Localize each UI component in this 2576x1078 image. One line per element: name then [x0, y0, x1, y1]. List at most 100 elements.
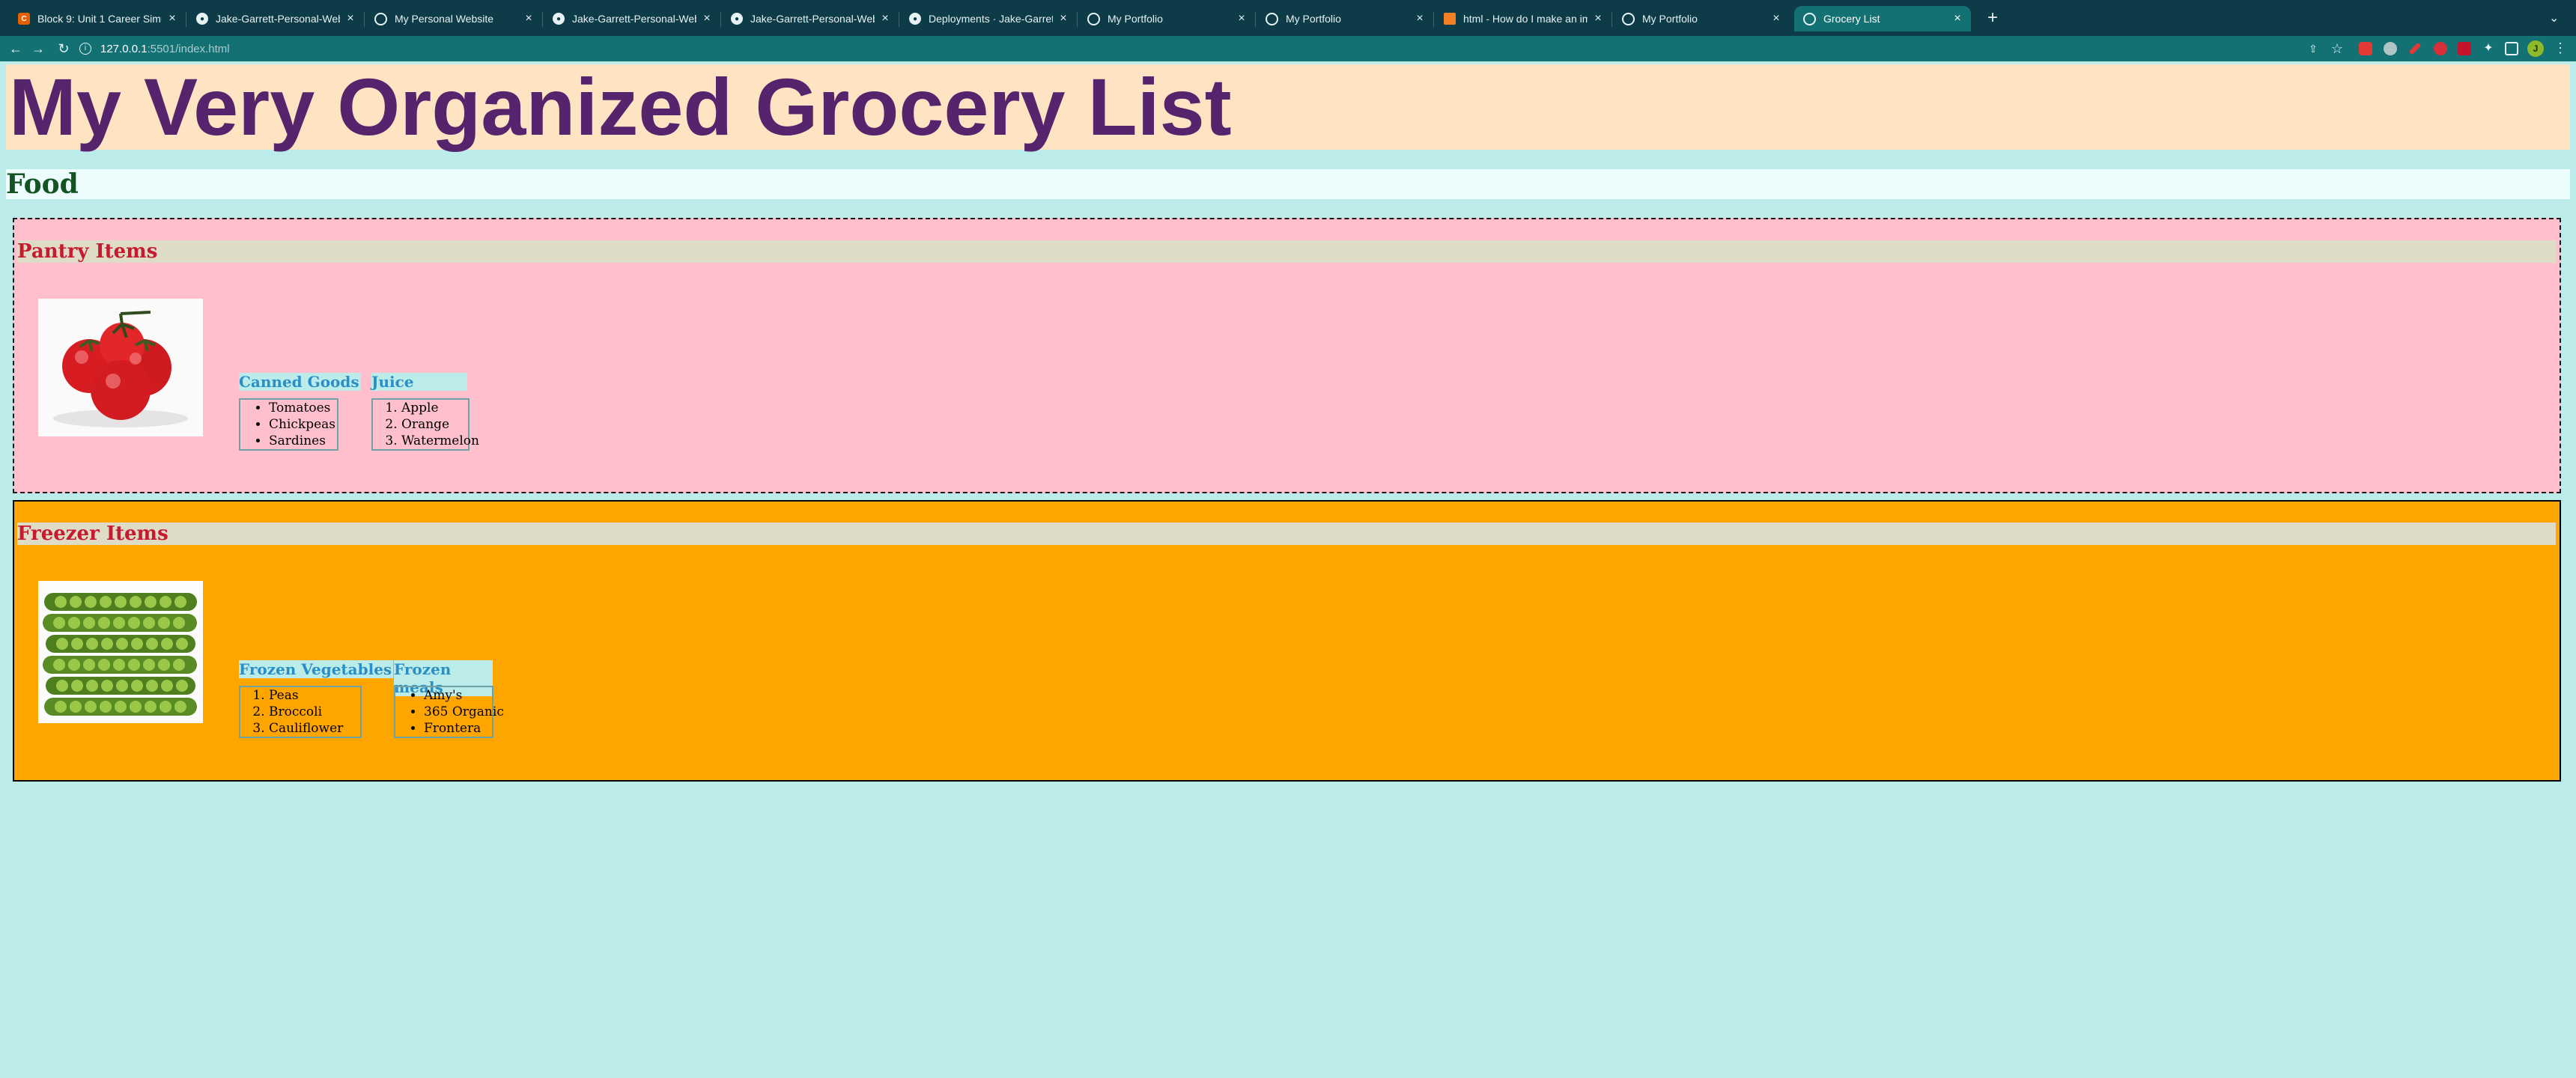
tomatoes-image — [38, 299, 203, 436]
side-panel-icon[interactable] — [2505, 42, 2518, 55]
globe-icon — [1803, 12, 1816, 25]
browser-tab[interactable]: C Block 9: Unit 1 Career Simulati × — [9, 6, 186, 31]
list-item: Amy's — [424, 687, 492, 704]
github-icon: ● — [196, 13, 208, 25]
list-box: Apple Orange Watermelon — [371, 398, 479, 451]
browser-tab[interactable]: My Portfolio × — [1613, 6, 1790, 31]
stackoverflow-icon — [1444, 13, 1456, 25]
section-heading: Freezer Items — [17, 523, 2556, 545]
avatar[interactable]: J — [2527, 40, 2544, 57]
tab-title: Deployments · Jake-Garrett-P — [929, 13, 1053, 25]
browser-tab[interactable]: ● Deployments · Jake-Garrett-P × — [900, 6, 1077, 31]
browser-tab[interactable]: My Personal Website × — [365, 6, 542, 31]
browser-tab[interactable]: My Portfolio × — [1257, 6, 1433, 31]
url-path: :5501/index.html — [147, 42, 230, 55]
group-heading: Juice — [371, 373, 467, 391]
browser-tab-active[interactable]: Grocery List × — [1794, 6, 1971, 31]
list-item: Tomatoes — [269, 400, 337, 416]
globe-icon — [1087, 12, 1100, 25]
canned-goods-list: Tomatoes Chickpeas Sardines — [240, 400, 337, 449]
pantry-section: Pantry Items Canned Goods Toma — [13, 218, 2561, 493]
list-box: Tomatoes Chickpeas Sardines — [239, 398, 338, 451]
close-icon[interactable]: × — [166, 12, 178, 25]
bookmark-star-icon[interactable]: ☆ — [2327, 39, 2347, 58]
frozen-meals-list: Amy's 365 Organic Frontera — [395, 687, 504, 737]
close-icon[interactable]: × — [701, 12, 713, 25]
canvas-icon: C — [18, 13, 30, 25]
close-icon[interactable]: × — [1592, 12, 1604, 25]
youtube-extension-icon[interactable] — [2359, 42, 2372, 55]
globe-icon — [1622, 12, 1635, 25]
list-item: Sardines — [269, 433, 337, 449]
close-icon[interactable]: × — [1414, 12, 1426, 25]
back-icon[interactable]: ← — [6, 39, 25, 58]
page-viewport: My Very Organized Grocery List Food Pant… — [0, 61, 2576, 1078]
close-icon[interactable]: × — [523, 12, 535, 25]
flag-extension-icon[interactable] — [2458, 42, 2471, 55]
page-title-banner: My Very Organized Grocery List — [6, 64, 2570, 150]
tab-title: Block 9: Unit 1 Career Simulati — [37, 13, 162, 25]
list-box: Peas Broccoli Cauliflower — [239, 686, 362, 738]
site-info-icon[interactable]: i — [79, 43, 91, 55]
close-icon[interactable]: × — [1057, 12, 1069, 25]
group-heading: Frozen Vegetables — [239, 660, 394, 678]
group-heading: Canned Goods — [239, 373, 361, 391]
tab-title: My Personal Website — [395, 13, 494, 25]
new-tab-button[interactable]: + — [1983, 9, 2002, 28]
tab-title: My Portfolio — [1108, 13, 1163, 25]
close-icon[interactable]: × — [1951, 12, 1963, 25]
tab-title: My Portfolio — [1642, 13, 1698, 25]
browser-tab[interactable]: ● Jake-Garrett-Personal-Website × — [544, 6, 720, 31]
tab-title: My Portfolio — [1286, 13, 1341, 25]
browser-tab[interactable]: ● Jake-Garrett-Personal-Website × — [187, 6, 364, 31]
juice-list: Apple Orange Watermelon — [373, 400, 479, 449]
list-item: Orange — [401, 416, 468, 433]
pen-extension-icon[interactable] — [2408, 42, 2422, 55]
github-icon: ● — [731, 13, 743, 25]
close-icon[interactable]: × — [879, 12, 891, 25]
browser-tab-bar: C Block 9: Unit 1 Career Simulati × ● Ja… — [0, 0, 2576, 36]
list-item: Broccoli — [269, 704, 360, 720]
tab-title: Jake-Garrett-Personal-Website — [750, 13, 875, 25]
list-item: Watermelon — [401, 433, 479, 449]
list-item: Chickpeas — [269, 416, 337, 433]
github-icon: ● — [909, 13, 921, 25]
tab-title: Grocery List — [1823, 13, 1880, 25]
list-item: 365 Organic — [424, 704, 504, 720]
browser-tab[interactable]: html - How do I make an imag × — [1435, 6, 1611, 31]
tab-search-icon[interactable]: ⌄ — [2549, 10, 2559, 25]
list-item: Peas — [269, 687, 360, 704]
page-title: My Very Organized Grocery List — [9, 61, 1232, 152]
extension-icon[interactable] — [2384, 42, 2397, 55]
github-icon: ● — [553, 13, 565, 25]
reload-icon[interactable]: ↻ — [54, 39, 73, 58]
tab-title: html - How do I make an imag — [1463, 13, 1588, 25]
browser-toolbar: ← → ↻ i 127.0.0.1:5501/index.html ⇪ ☆ ✦ … — [0, 36, 2576, 61]
list-item: Frontera — [424, 720, 492, 737]
extension-badge-icon[interactable] — [2434, 42, 2447, 55]
close-icon[interactable]: × — [1770, 12, 1782, 25]
tab-title: Jake-Garrett-Personal-Website — [572, 13, 696, 25]
tab-title: Jake-Garrett-Personal-Website — [216, 13, 340, 25]
url-host: 127.0.0.1 — [100, 42, 148, 55]
puzzle-icon[interactable]: ✦ — [2479, 39, 2498, 58]
category-heading: Food — [6, 169, 2570, 199]
share-icon[interactable]: ⇪ — [2303, 39, 2323, 58]
list-box: Amy's 365 Organic Frontera — [394, 686, 504, 738]
browser-tab[interactable]: My Portfolio × — [1078, 6, 1255, 31]
globe-icon — [1266, 12, 1278, 25]
browser-tab[interactable]: ● Jake-Garrett-Personal-Website × — [722, 6, 899, 31]
close-icon[interactable]: × — [1236, 12, 1248, 25]
more-menu-icon[interactable]: ⋮ — [2554, 40, 2567, 56]
juice-group: Juice Apple Orange Watermelon — [371, 373, 479, 451]
section-heading: Pantry Items — [17, 240, 2556, 263]
forward-icon[interactable]: → — [28, 39, 48, 58]
address-bar[interactable]: i 127.0.0.1:5501/index.html — [79, 39, 2326, 58]
list-item: Apple — [401, 400, 468, 416]
frozen-vegetables-group: Frozen Vegetables Peas Broccoli Cauliflo… — [239, 660, 394, 738]
close-icon[interactable]: × — [344, 12, 356, 25]
frozen-meals-group: Frozen meals Amy's 365 Organic Frontera — [394, 660, 504, 738]
frozen-vegetables-list: Peas Broccoli Cauliflower — [240, 687, 360, 737]
freezer-section: Freezer Items Frozen Vegetables 1. Peas … — [13, 500, 2561, 782]
globe-icon — [374, 12, 387, 25]
